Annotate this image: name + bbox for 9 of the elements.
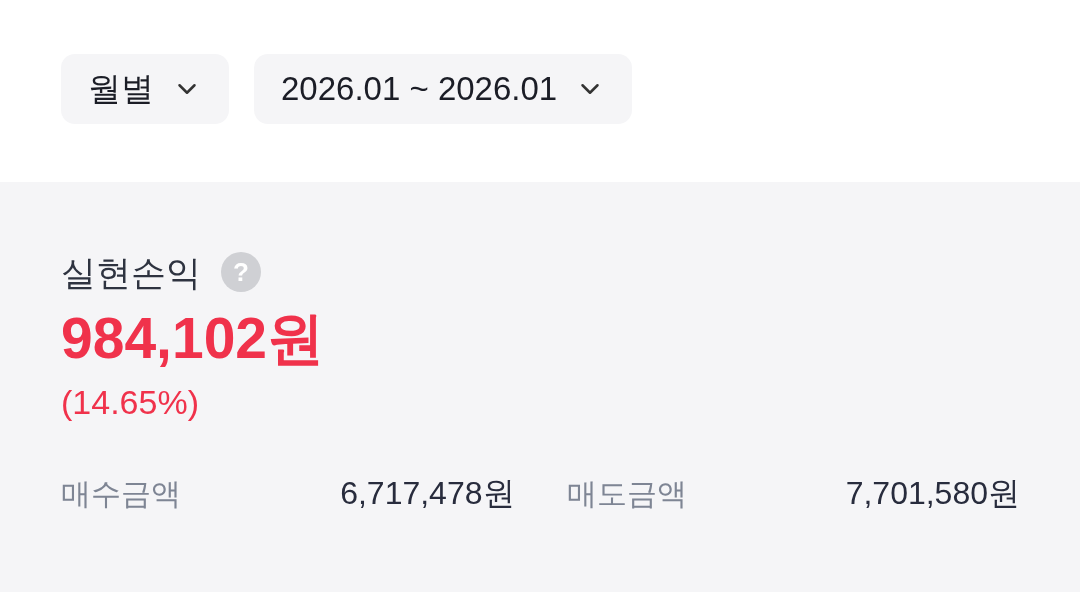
detail-value: 6,717,478원 [340,474,515,513]
dropdown-button[interactable]: 2026.01 ~ 2026.01 [254,54,633,124]
detail-label: 매도금액 [566,475,687,512]
dropdown-button[interactable]: 월별 [61,54,229,124]
detail-value: 7,701,580원 [845,474,1020,513]
section-title: 실현손익 [61,254,201,290]
profit-amount: 984,102원 [61,310,325,367]
detail-label: 매수금액 [61,475,181,512]
profit-rate: (14.65%) [61,385,199,419]
